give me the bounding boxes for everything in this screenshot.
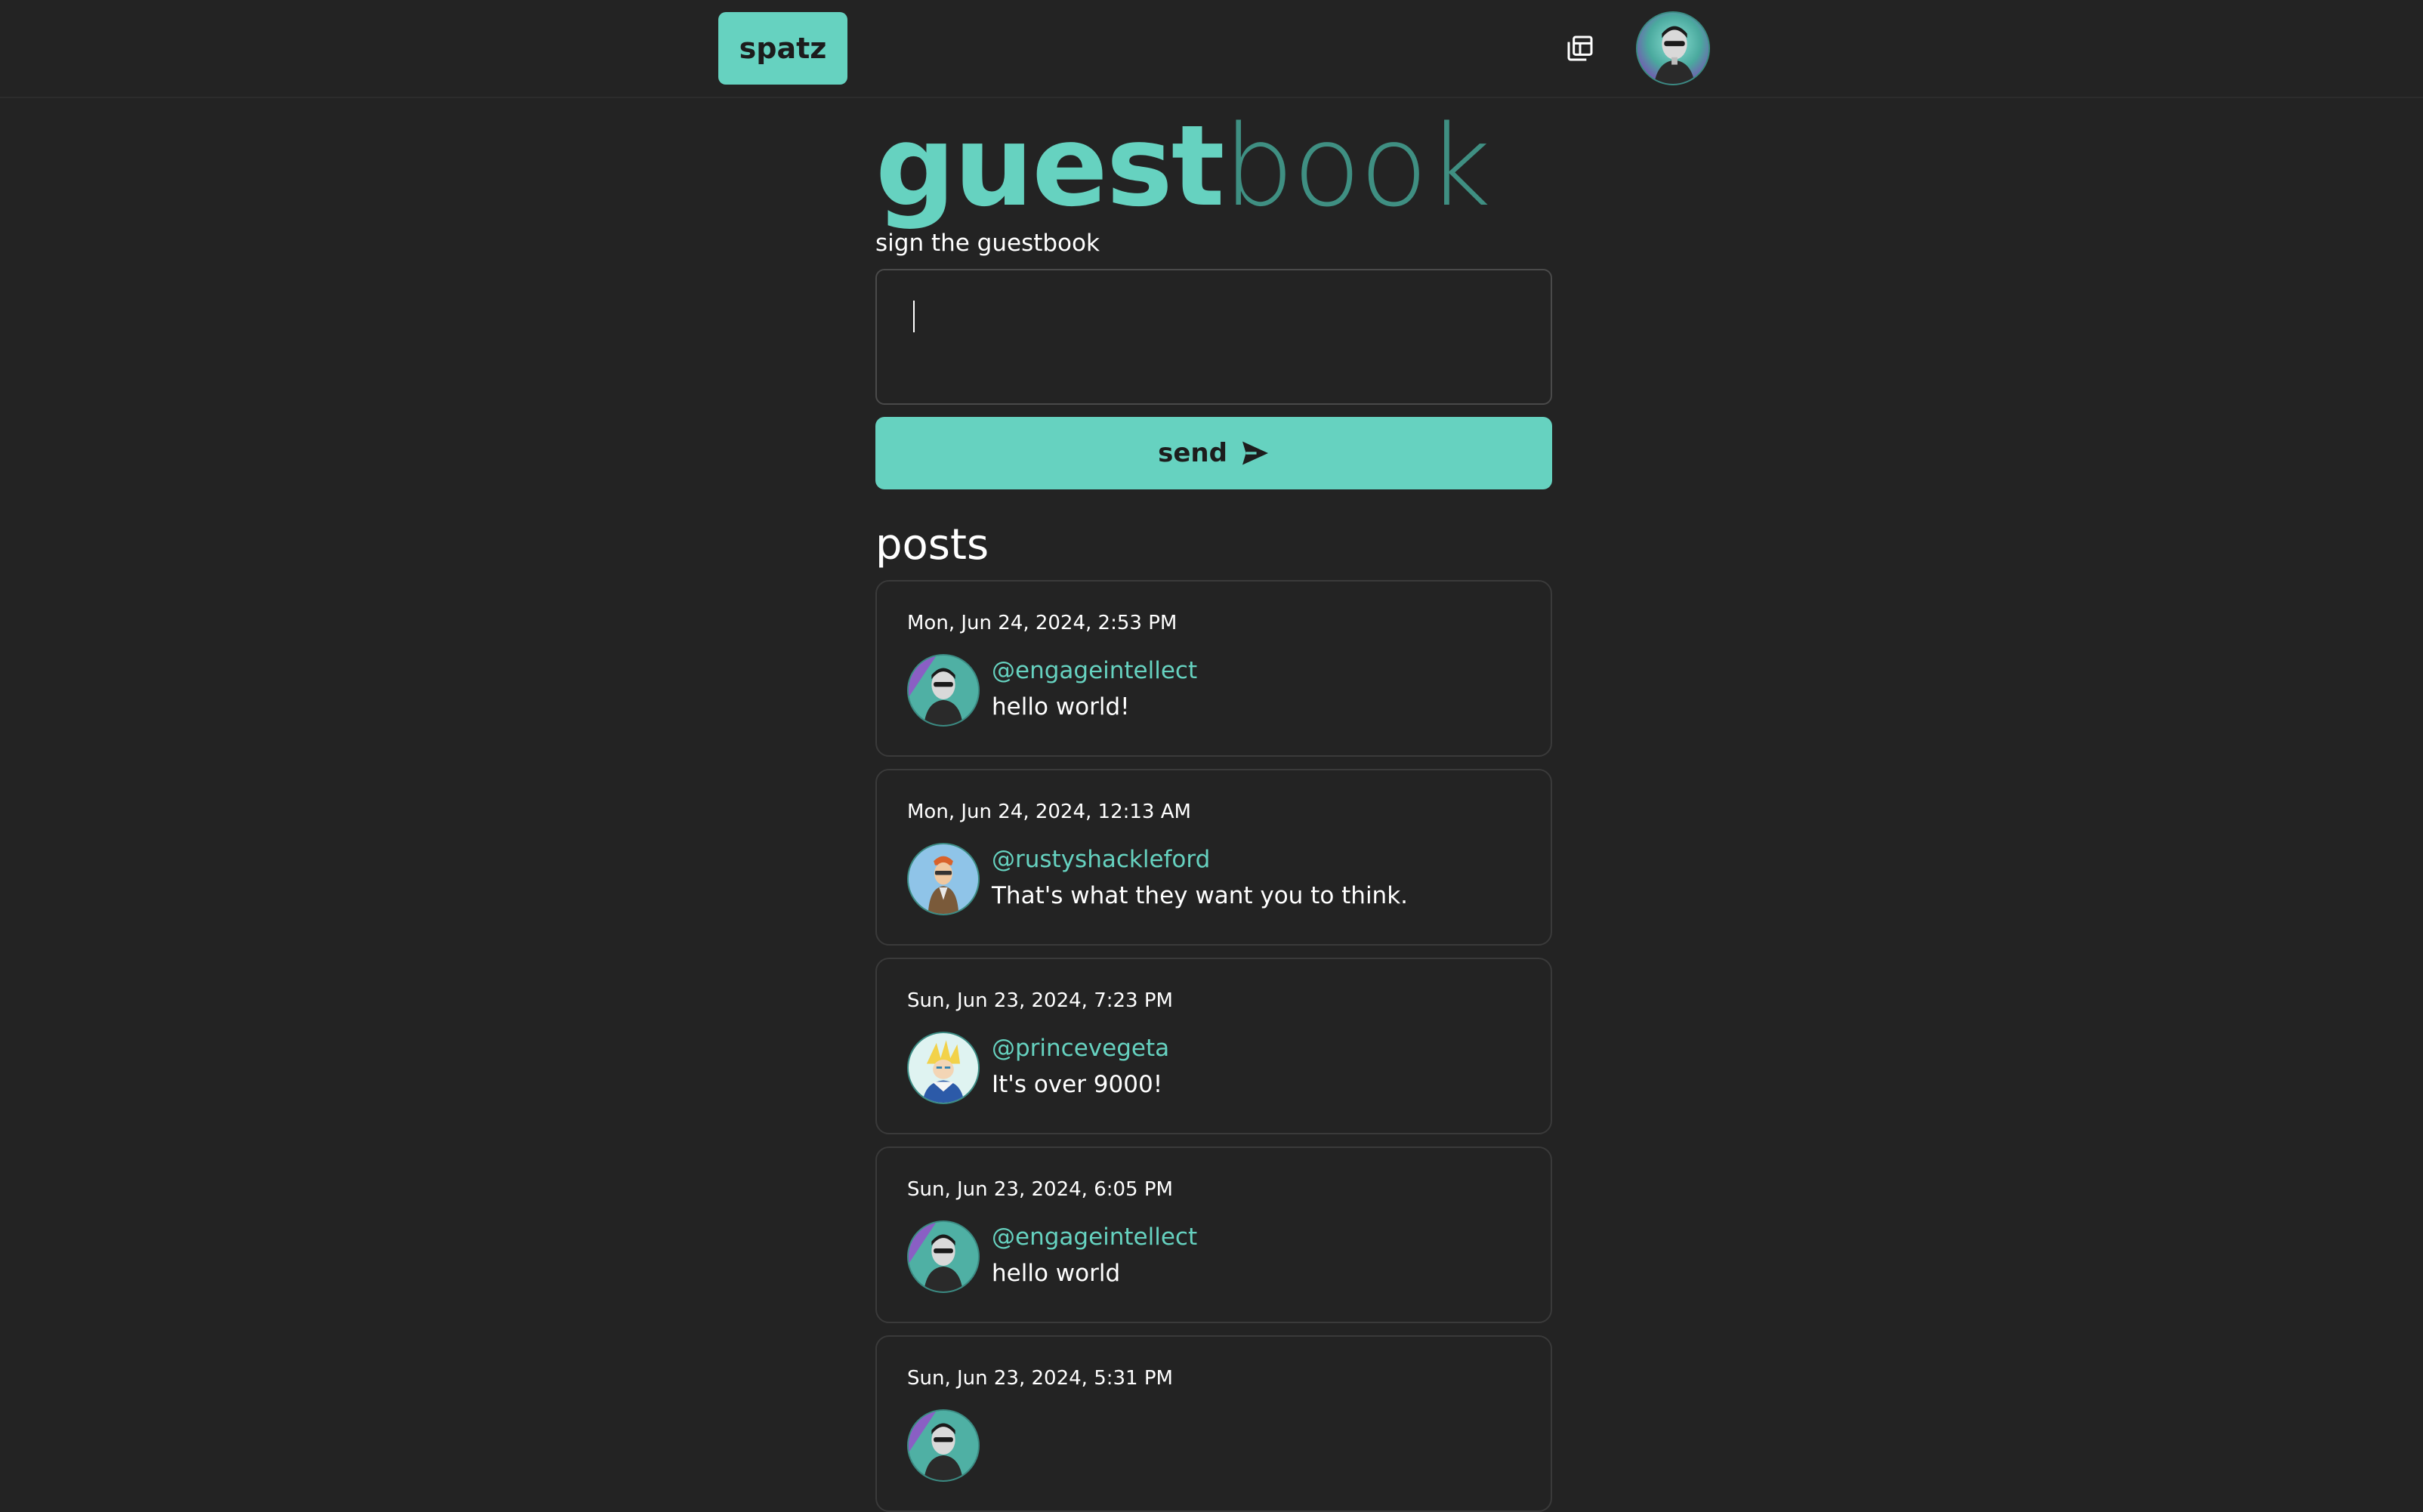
- post-username-link[interactable]: @princevegeta: [992, 1035, 1169, 1062]
- post-card: Sun, Jun 23, 2024, 7:23 PM @princevegeta…: [875, 958, 1552, 1134]
- top-navbar: spatz: [0, 0, 2423, 98]
- post-timestamp: Sun, Jun 23, 2024, 5:31 PM: [907, 1367, 1173, 1390]
- post-avatar[interactable]: [907, 843, 980, 915]
- post-message: It's over 9000!: [992, 1071, 1163, 1098]
- post-timestamp: Mon, Jun 24, 2024, 2:53 PM: [907, 612, 1178, 634]
- title-bold: guest: [875, 101, 1225, 231]
- paper-plane-icon: [1242, 441, 1268, 465]
- post-avatar[interactable]: [907, 1409, 980, 1482]
- post-username-link[interactable]: @engageintellect: [992, 1223, 1197, 1251]
- windows-stack-icon[interactable]: [1560, 29, 1600, 68]
- text-caret: [913, 301, 915, 332]
- post-message: hello world: [992, 1260, 1121, 1287]
- post-card: Mon, Jun 24, 2024, 2:53 PM @engageintell…: [875, 580, 1552, 757]
- post-timestamp: Sun, Jun 23, 2024, 6:05 PM: [907, 1178, 1173, 1201]
- post-list: Mon, Jun 24, 2024, 2:53 PM @engageintell…: [875, 580, 1552, 1512]
- post-card: Sun, Jun 23, 2024, 6:05 PM @engageintell…: [875, 1146, 1552, 1323]
- post-avatar[interactable]: [907, 654, 980, 727]
- post-avatar[interactable]: [907, 1220, 980, 1293]
- post-timestamp: Sun, Jun 23, 2024, 7:23 PM: [907, 989, 1173, 1012]
- post-message: That's what they want you to think.: [992, 882, 1409, 909]
- send-label: send: [1158, 438, 1227, 468]
- page-title: guestbook: [875, 106, 1552, 227]
- main-content: guestbook sign the guestbook send posts …: [875, 106, 1552, 1512]
- post-username-link[interactable]: @rustyshackleford: [992, 846, 1210, 873]
- send-button[interactable]: send: [875, 417, 1552, 489]
- post-message: hello world!: [992, 693, 1130, 721]
- post-card: Mon, Jun 24, 2024, 12:13 AM @rustyshackl…: [875, 769, 1552, 946]
- posts-heading: posts: [875, 520, 989, 569]
- message-input[interactable]: [875, 269, 1552, 405]
- brand-button[interactable]: spatz: [718, 12, 847, 85]
- post-username-link[interactable]: @engageintellect: [992, 657, 1197, 684]
- post-timestamp: Mon, Jun 24, 2024, 12:13 AM: [907, 801, 1191, 823]
- sign-label: sign the guestbook: [875, 230, 1100, 257]
- user-avatar-button[interactable]: [1636, 11, 1710, 85]
- post-avatar[interactable]: [907, 1032, 980, 1104]
- title-light: book: [1223, 101, 1492, 231]
- post-card: Sun, Jun 23, 2024, 5:31 PM: [875, 1335, 1552, 1512]
